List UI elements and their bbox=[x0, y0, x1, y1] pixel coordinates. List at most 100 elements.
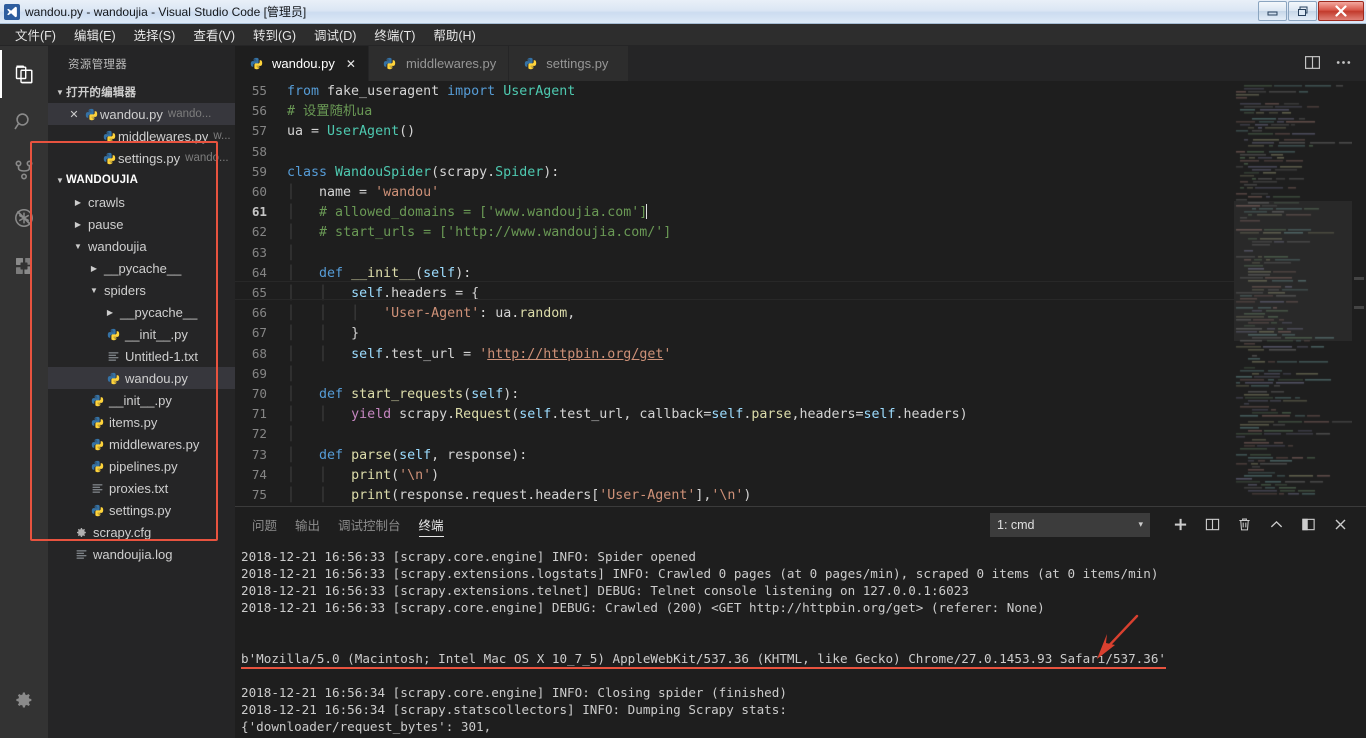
tree-file-settings-py[interactable]: settings.py bbox=[48, 499, 235, 521]
open-editor-item-middlewares[interactable]: middlewares.py w... bbox=[48, 125, 235, 147]
tree-file-untitled-1-txt[interactable]: Untitled-1.txt bbox=[48, 345, 235, 367]
open-editor-item-settings[interactable]: settings.py wando... bbox=[48, 147, 235, 169]
more-actions-icon[interactable] bbox=[1335, 54, 1352, 74]
chevron-right-icon[interactable]: ▶ bbox=[72, 220, 84, 229]
close-icon[interactable]: ✕ bbox=[66, 108, 82, 121]
menu-edit[interactable]: 编辑(E) bbox=[65, 23, 125, 46]
maximize-panel-icon[interactable] bbox=[1292, 511, 1324, 539]
tree-file--init-py[interactable]: __init__.py bbox=[48, 389, 235, 411]
tree-item-label: pipelines.py bbox=[109, 458, 178, 474]
chevron-down-icon[interactable]: ▼ bbox=[72, 242, 84, 251]
menu-help[interactable]: 帮助(H) bbox=[424, 23, 484, 46]
tree-file-proxies-txt[interactable]: proxies.txt bbox=[48, 477, 235, 499]
source-code[interactable]: 55 from fake_useragent import UserAgent 5… bbox=[235, 81, 1234, 506]
open-editors-header[interactable]: ▼ 打开的编辑器 bbox=[48, 81, 235, 103]
open-editor-item-wandou[interactable]: ✕ wandou.py wando... bbox=[48, 103, 235, 125]
maximize-restore-button[interactable] bbox=[1288, 1, 1317, 21]
minimap-slider[interactable] bbox=[1234, 201, 1352, 341]
chevron-right-icon[interactable]: ▶ bbox=[72, 198, 84, 207]
debug-no-run-icon[interactable] bbox=[0, 194, 48, 242]
tree-folder-crawls[interactable]: ▶ crawls bbox=[48, 191, 235, 213]
python-icon bbox=[88, 394, 106, 407]
add-terminal-icon[interactable] bbox=[1164, 511, 1196, 539]
window-titlebar: wandou.py - wandoujia - Visual Studio Co… bbox=[0, 0, 1366, 24]
open-editor-filename: wandou.py bbox=[100, 106, 163, 122]
tree-folder--pycache-[interactable]: ▶ __pycache__ bbox=[48, 257, 235, 279]
split-terminal-icon[interactable] bbox=[1196, 511, 1228, 539]
tree-file-wandoujia-log[interactable]: wandoujia.log bbox=[48, 543, 235, 565]
tree-file-scrapy-cfg[interactable]: scrapy.cfg bbox=[48, 521, 235, 543]
user-agent-output: b'Mozilla/5.0 (Macintosh; Intel Mac OS X… bbox=[241, 650, 1167, 669]
search-icon[interactable] bbox=[0, 98, 48, 146]
chevron-up-icon[interactable] bbox=[1260, 511, 1292, 539]
terminal-line-highlighted: b'Mozilla/5.0 (Macintosh; Intel Mac OS X… bbox=[241, 650, 1366, 669]
tab-wandou-py[interactable]: wandou.py ✕ bbox=[235, 46, 369, 81]
source-control-icon[interactable] bbox=[0, 146, 48, 194]
project-root-label: WANDOUJIA bbox=[66, 174, 139, 186]
tree-item-label: wandoujia bbox=[88, 238, 147, 254]
chevron-right-icon[interactable]: ▶ bbox=[88, 264, 100, 273]
python-icon bbox=[247, 57, 265, 70]
tree-folder-spiders[interactable]: ▼ spiders bbox=[48, 279, 235, 301]
tree-item-label: pause bbox=[88, 216, 124, 232]
overview-ruler[interactable] bbox=[1352, 81, 1366, 506]
python-icon bbox=[100, 152, 118, 165]
tab-settings-py[interactable]: settings.py bbox=[509, 46, 630, 81]
python-icon bbox=[104, 372, 122, 385]
menu-selection[interactable]: 选择(S) bbox=[125, 23, 185, 46]
minimap[interactable] bbox=[1234, 81, 1352, 506]
editor-tabs: wandou.py ✕ middlewares.py settings.py bbox=[235, 46, 1366, 81]
tree-file-pipelines-py[interactable]: pipelines.py bbox=[48, 455, 235, 477]
gear-icon[interactable] bbox=[0, 676, 48, 724]
tree-item-label: crawls bbox=[88, 194, 125, 210]
window-controls bbox=[1257, 1, 1364, 21]
project-root-header[interactable]: ▼ WANDOUJIA bbox=[48, 169, 235, 191]
split-editor-icon[interactable] bbox=[1304, 54, 1321, 74]
tab-middlewares-py[interactable]: middlewares.py bbox=[368, 46, 510, 81]
activity-bar bbox=[0, 46, 48, 738]
chevron-right-icon[interactable]: ▶ bbox=[104, 308, 116, 317]
terminal-line: 2018-12-21 16:56:33 [scrapy.extensions.l… bbox=[241, 566, 1159, 581]
menu-debug[interactable]: 调试(D) bbox=[305, 23, 365, 46]
tree-file-items-py[interactable]: items.py bbox=[48, 411, 235, 433]
tree-file--init-py[interactable]: __init__.py bbox=[48, 323, 235, 345]
extensions-icon[interactable] bbox=[0, 242, 48, 290]
tree-folder--pycache-[interactable]: ▶ __pycache__ bbox=[48, 301, 235, 323]
menu-terminal[interactable]: 终端(T) bbox=[365, 23, 424, 46]
tree-file-wandou-py[interactable]: wandou.py bbox=[48, 367, 235, 389]
menu-go[interactable]: 转到(G) bbox=[244, 23, 305, 46]
tree-item-label: __pycache__ bbox=[120, 304, 198, 320]
tree-item-label: wandou.py bbox=[125, 370, 188, 386]
overview-mark bbox=[1354, 306, 1364, 309]
tree-file-middlewares-py[interactable]: middlewares.py bbox=[48, 433, 235, 455]
chevron-down-icon[interactable]: ▼ bbox=[88, 286, 100, 295]
tab-terminal[interactable]: 终端 bbox=[410, 507, 453, 542]
code-area[interactable]: 55 from fake_useragent import UserAgent 5… bbox=[235, 81, 1234, 506]
terminal-output[interactable]: 2018-12-21 16:56:33 [scrapy.core.engine]… bbox=[235, 542, 1366, 738]
tab-output[interactable]: 输出 bbox=[286, 507, 329, 542]
files-explorer-icon[interactable] bbox=[0, 50, 48, 98]
trash-icon[interactable] bbox=[1228, 511, 1260, 539]
python-icon bbox=[100, 130, 118, 143]
menu-file[interactable]: 文件(F) bbox=[6, 23, 65, 46]
tab-debug-console[interactable]: 调试控制台 bbox=[329, 507, 410, 542]
close-icon[interactable]: ✕ bbox=[346, 57, 356, 71]
python-icon bbox=[104, 328, 122, 341]
chevron-down-icon: ▾ bbox=[1138, 519, 1143, 529]
red-underline-annotation bbox=[241, 667, 1167, 669]
close-panel-icon[interactable] bbox=[1324, 511, 1356, 539]
python-icon bbox=[88, 504, 106, 517]
editor-viewport[interactable]: 55 from fake_useragent import UserAgent 5… bbox=[235, 81, 1366, 506]
minimize-button[interactable] bbox=[1258, 1, 1287, 21]
tree-folder-wandoujia[interactable]: ▼ wandoujia bbox=[48, 235, 235, 257]
tree-item-label: wandoujia.log bbox=[93, 546, 173, 562]
close-button[interactable] bbox=[1318, 1, 1364, 21]
tree-folder-pause[interactable]: ▶ pause bbox=[48, 213, 235, 235]
python-icon bbox=[381, 57, 399, 70]
tab-problems[interactable]: 问题 bbox=[243, 507, 286, 542]
menu-view[interactable]: 查看(V) bbox=[184, 23, 244, 46]
tree-item-label: spiders bbox=[104, 282, 146, 298]
menubar: 文件(F) 编辑(E) 选择(S) 查看(V) 转到(G) 调试(D) 终端(T… bbox=[0, 24, 1366, 46]
terminal-select[interactable]: 1: cmd ▾ bbox=[990, 512, 1150, 537]
